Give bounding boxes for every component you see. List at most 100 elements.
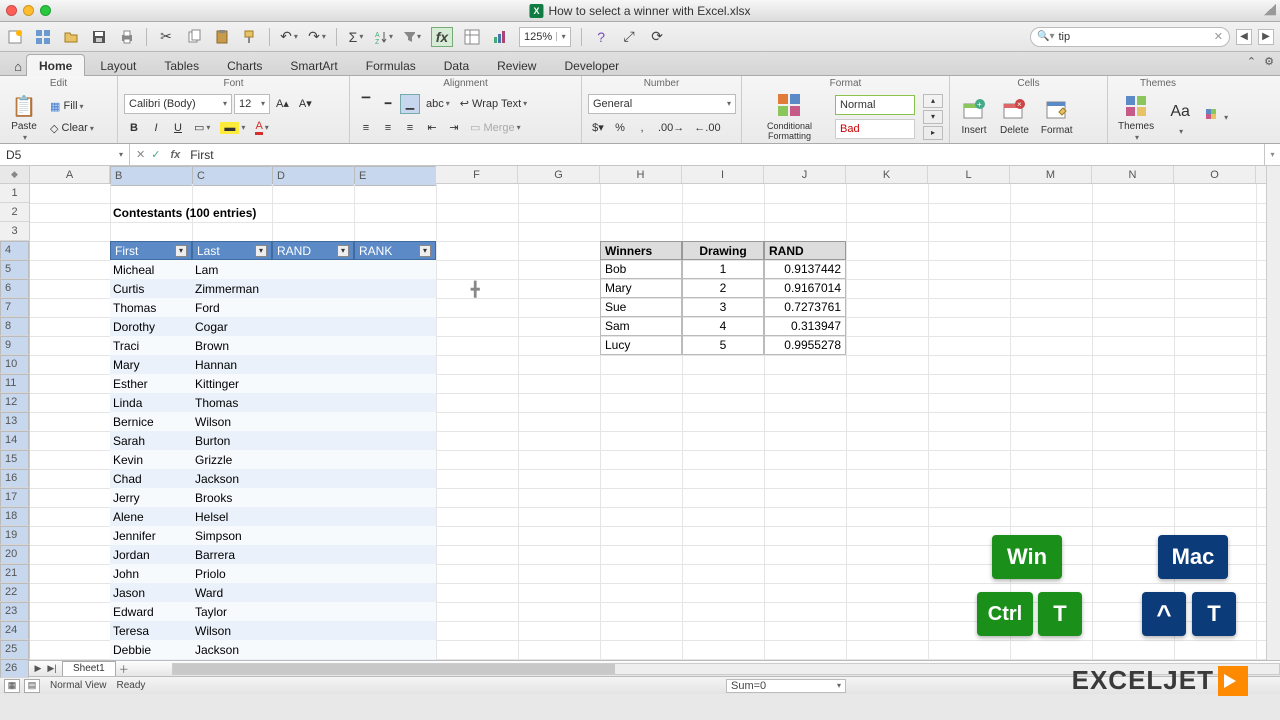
column-header-M[interactable]: M [1010,166,1092,183]
table-cell[interactable]: Grizzle [192,450,272,469]
open-icon[interactable] [62,28,80,46]
table-header-last[interactable]: Last▾ [192,241,272,260]
increase-decimal-button[interactable]: .00→ [654,118,688,138]
table-cell[interactable]: Brown [192,336,272,355]
table-cell[interactable]: Dorothy [110,317,192,336]
table-cell[interactable] [272,298,354,317]
column-header-N[interactable]: N [1092,166,1174,183]
font-size-selector[interactable]: 12▾ [234,94,270,114]
row-header-13[interactable]: 13 [0,412,29,431]
table-cell[interactable]: Jackson [192,640,272,659]
search-prev-button[interactable]: ◀ [1236,29,1252,45]
conditional-formatting-button[interactable]: Conditional Formatting [748,90,831,143]
table-cell[interactable] [354,431,436,450]
shrink-font-button[interactable]: A▾ [295,94,316,114]
column-header-O[interactable]: O [1174,166,1256,183]
delete-cell-button[interactable]: ×Delete [996,94,1033,138]
winners-header-drawing[interactable]: Drawing [682,241,764,260]
decrease-decimal-button[interactable]: ←.00 [690,118,724,138]
winners-cell[interactable]: 0.7273761 [764,298,846,317]
table-cell[interactable]: Jackson [192,469,272,488]
ribbon-settings-icon[interactable]: ⚙ [1264,55,1274,68]
row-header-22[interactable]: 22 [0,583,29,602]
table-cell[interactable] [272,336,354,355]
row-header-10[interactable]: 10 [0,355,29,374]
fx-toolbar-icon[interactable]: fx [431,27,453,47]
column-header-H[interactable]: H [600,166,682,183]
table-cell[interactable] [354,545,436,564]
table-cell[interactable] [272,412,354,431]
column-header-I[interactable]: I [682,166,764,183]
table-cell[interactable] [272,393,354,412]
clear-button[interactable]: ◇ Clear▾ [46,118,98,138]
table-cell[interactable] [354,260,436,279]
table-cell[interactable]: Kittinger [192,374,272,393]
table-cell[interactable]: Jason [110,583,192,602]
bold-button[interactable]: B [124,118,144,138]
table-cell[interactable]: Micheal [110,260,192,279]
table-cell[interactable] [354,355,436,374]
fill-color-button[interactable]: ▬▾ [216,118,249,138]
table-cell[interactable]: Cogar [192,317,272,336]
table-cell[interactable] [272,317,354,336]
italic-button[interactable]: I [146,118,166,138]
tab-nav-last[interactable]: ▶| [46,663,58,674]
border-button[interactable]: ▭▾ [190,118,214,138]
row-header-26[interactable]: 26 [0,659,29,678]
tab-charts[interactable]: Charts [214,54,275,76]
themes-button[interactable]: Themes▾ [1114,90,1158,144]
grow-font-button[interactable]: A▴ [272,94,293,114]
align-top-button[interactable]: ▔ [356,94,376,114]
percent-button[interactable]: % [610,118,630,138]
align-middle-button[interactable]: ━ [378,94,398,114]
winners-cell[interactable]: Lucy [600,336,682,355]
table-cell[interactable] [354,393,436,412]
column-header-L[interactable]: L [928,166,1010,183]
table-cell[interactable] [272,602,354,621]
table-cell[interactable]: Esther [110,374,192,393]
format-painter-icon[interactable] [241,28,259,46]
table-cell[interactable] [272,374,354,393]
table-cell[interactable] [354,298,436,317]
filter-dropdown-icon[interactable]: ▾ [337,245,349,257]
sort-icon[interactable]: AZ▾ [375,28,393,46]
row-header-7[interactable]: 7 [0,298,29,317]
table-cell[interactable] [272,260,354,279]
table-cell[interactable]: Brooks [192,488,272,507]
wrap-text-button[interactable]: ↩ Wrap Text▾ [456,94,531,114]
table-cell[interactable] [272,450,354,469]
number-format-selector[interactable]: General▾ [588,94,736,114]
row-header-19[interactable]: 19 [0,526,29,545]
table-cell[interactable]: Priolo [192,564,272,583]
table-cell[interactable]: Thomas [192,393,272,412]
table-cell[interactable] [272,564,354,583]
zoom-selector[interactable]: 125%▾ [519,27,571,47]
theme-colors-button[interactable]: ▾ [1202,107,1232,127]
table-cell[interactable] [354,602,436,621]
close-window-button[interactable] [6,5,17,16]
filter-icon[interactable]: ▾ [403,28,421,46]
winners-header-rand[interactable]: RAND [764,241,846,260]
table-cell[interactable] [354,507,436,526]
row-header-11[interactable]: 11 [0,374,29,393]
font-color-button[interactable]: A▾ [251,118,272,138]
row-header-15[interactable]: 15 [0,450,29,469]
merge-button[interactable]: ▭ Merge▾ [466,118,525,138]
table-cell[interactable] [354,526,436,545]
row-header-8[interactable]: 8 [0,317,29,336]
table-cell[interactable]: Linda [110,393,192,412]
table-cell[interactable] [272,526,354,545]
search-next-button[interactable]: ▶ [1258,29,1274,45]
row-header-16[interactable]: 16 [0,469,29,488]
table-cell[interactable] [272,279,354,298]
row-header-23[interactable]: 23 [0,602,29,621]
table-cell[interactable] [272,621,354,640]
page-layout-view-button[interactable]: ▤ [24,679,40,693]
winners-cell[interactable]: 0.9955278 [764,336,846,355]
table-cell[interactable] [354,469,436,488]
tab-home[interactable]: Home [26,54,85,76]
winners-cell[interactable]: Bob [600,260,682,279]
winners-cell[interactable]: 4 [682,317,764,336]
filter-dropdown-icon[interactable]: ▾ [175,245,187,257]
table-cell[interactable]: Zimmerman [192,279,272,298]
